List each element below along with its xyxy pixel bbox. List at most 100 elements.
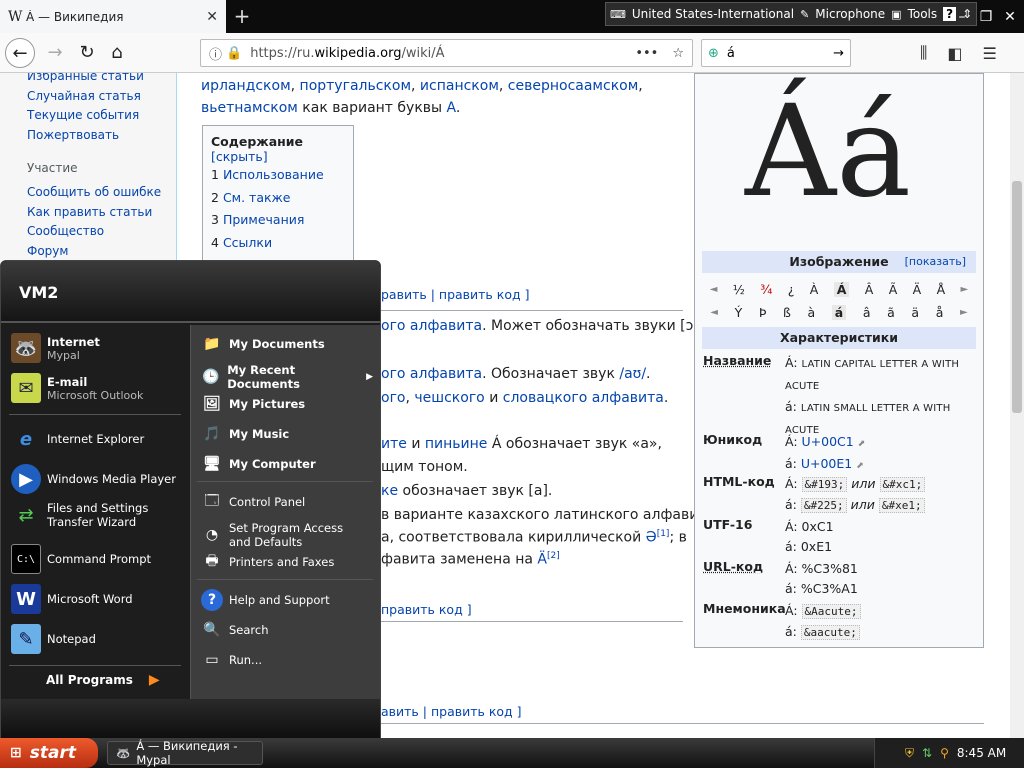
minimize-icon[interactable]: –	[952, 7, 972, 27]
reload-icon[interactable]: ↻	[72, 38, 102, 68]
my-documents[interactable]: 📁 My Documents	[191, 333, 381, 355]
program-access-defaults[interactable]: ◔ Set Program Access and Defaults	[191, 521, 381, 549]
char-cell[interactable]: å	[936, 305, 944, 320]
link-vietnamese[interactable]: вьетнамском	[201, 100, 298, 116]
search-engine-icon[interactable]: ⊕	[708, 46, 719, 61]
home-icon[interactable]: ⌂	[102, 38, 132, 68]
toc-item[interactable]: 1 Использование	[211, 164, 345, 187]
link-czech[interactable]: чешского	[414, 390, 484, 406]
all-programs-button[interactable]: All Programs ▶	[46, 672, 160, 688]
char-cell[interactable]: ä	[911, 305, 919, 320]
sidebar-link-donate[interactable]: Пожертвовать	[0, 126, 176, 146]
clock[interactable]: 8:45 AM	[957, 746, 1006, 760]
char-cell[interactable]: â	[863, 305, 871, 320]
sidebar-link-forum[interactable]: Форум	[0, 242, 176, 262]
toc-item[interactable]: 2 См. также	[211, 187, 345, 210]
my-pictures[interactable]: 🖼 My Pictures	[191, 393, 381, 415]
char-cell[interactable]: ã	[887, 305, 895, 320]
link-north-sami[interactable]: северносаамском	[508, 78, 638, 94]
recent-item[interactable]: W Microsoft Word	[1, 584, 189, 614]
security-shield-icon[interactable]: ⛨	[905, 746, 914, 761]
restore-icon[interactable]: ❐	[976, 7, 996, 27]
sidebar-link-how-to-edit[interactable]: Как править статьи	[0, 203, 176, 223]
info-icon[interactable]: ⓘ	[209, 44, 222, 63]
link-irish[interactable]: ирландском	[201, 78, 291, 94]
library-icon[interactable]: ⫼	[920, 43, 927, 63]
char-cell[interactable]: À	[810, 282, 819, 297]
my-music[interactable]: 🎵 My Music	[191, 423, 381, 445]
tools-icon[interactable]: ▣	[891, 8, 901, 21]
sidebar-link-featured[interactable]: Избранные статьи	[0, 73, 176, 87]
sidebar-link-current-events[interactable]: Текущие события	[0, 106, 176, 126]
next-arrow-icon[interactable]: ►	[960, 307, 968, 318]
sidebar-link-random[interactable]: Случайная статья	[0, 87, 176, 107]
link-spanish[interactable]: испанском	[420, 78, 499, 94]
close-window-icon[interactable]: ✕	[1000, 7, 1020, 27]
keyboard-icon[interactable]: ⌨	[610, 8, 626, 21]
char-cell[interactable]: Ý	[735, 305, 743, 320]
microphone-icon[interactable]: ✎	[800, 8, 809, 21]
search-go-arrow-icon[interactable]: →	[833, 46, 844, 61]
char-cell[interactable]: Å	[937, 282, 946, 297]
char-cell[interactable]: Ã	[889, 282, 898, 297]
menu-hamburger-icon[interactable]: ☰	[983, 44, 997, 63]
back-arrow-icon[interactable]: ←	[5, 38, 35, 68]
recent-item[interactable]: ▶ Windows Media Player	[1, 464, 189, 494]
link-alphabet[interactable]: ого алфавита	[381, 366, 482, 382]
pinned-internet[interactable]: 🦝 Internet Mypal	[1, 333, 189, 363]
microphone-button[interactable]: Microphone	[815, 7, 885, 21]
sidebar-link-community[interactable]: Сообщество	[0, 222, 176, 242]
toc-toggle[interactable]: [скрыть]	[211, 149, 268, 164]
help-and-support[interactable]: ? Help and Support	[191, 589, 381, 611]
recent-item[interactable]: C:\ Command Prompt	[1, 544, 189, 574]
reference-1[interactable]: [1]	[657, 529, 670, 539]
recent-item[interactable]: e Internet Explorer	[1, 424, 189, 454]
network-icon[interactable]: ⇅	[922, 746, 932, 760]
unicode-link[interactable]: U+00C1	[802, 434, 854, 449]
page-actions-icon[interactable]: •••	[635, 46, 658, 61]
char-cell[interactable]: ¾	[760, 282, 772, 297]
prev-arrow-icon[interactable]: ◄	[710, 284, 718, 295]
link-alphabet[interactable]: ого алфавита	[381, 318, 482, 334]
keyboard-layout[interactable]: United States-International	[632, 7, 794, 21]
pinned-email[interactable]: ✉ E-mail Microsoft Outlook	[1, 373, 189, 403]
link-slovak-alphabet[interactable]: словацкого алфавита	[503, 390, 664, 406]
start-button[interactable]: ⊞ start	[0, 738, 98, 768]
taskbar-window-button[interactable]: 🦝 Á — Википедия - Mypal	[107, 739, 263, 767]
search[interactable]: 🔍 Search	[191, 619, 381, 641]
new-tab-plus-icon[interactable]: +	[230, 4, 254, 28]
link-portuguese[interactable]: португальском	[300, 78, 411, 94]
link-letter-a[interactable]: A	[447, 100, 456, 116]
forward-arrow-icon[interactable]: →	[40, 38, 70, 68]
my-computer[interactable]: 🖥 My Computer	[191, 453, 381, 475]
recent-item[interactable]: ⇄ Files and Settings Transfer Wizard	[1, 500, 189, 530]
next-arrow-icon[interactable]: ►	[961, 284, 969, 295]
toc-item[interactable]: 4 Ссылки	[211, 232, 345, 255]
url-bar[interactable]: ⓘ 🔒 https://ru. wikipedia.org/wiki/Á ••• …	[200, 39, 693, 67]
link-a-umlaut[interactable]: Ä	[537, 552, 547, 568]
browser-tab[interactable]: W Á — Википедия ✕	[0, 0, 226, 33]
search-bar[interactable]: ⊕ á →	[701, 39, 851, 67]
char-cell[interactable]: ß	[783, 305, 791, 320]
sidebar-link-report-error[interactable]: Сообщить об ошибке	[0, 183, 176, 203]
tools-button[interactable]: Tools	[908, 7, 938, 21]
section-edit-links[interactable]: править код ]	[381, 602, 472, 617]
link-schwa[interactable]: Ә	[646, 530, 657, 546]
run[interactable]: ▭ Run...	[191, 649, 381, 671]
char-cell[interactable]: ½	[733, 282, 745, 297]
link-ipa[interactable]: /aʊ/	[619, 366, 646, 382]
tab-close-icon[interactable]: ✕	[206, 9, 218, 25]
printers-and-faxes[interactable]: 🖶 Printers and Faxes	[191, 551, 381, 573]
char-cell[interactable]: Â	[865, 282, 874, 297]
toc-item[interactable]: 3 Примечания	[211, 209, 345, 232]
sidebar-toggle-icon[interactable]: ◧	[947, 44, 962, 63]
page-scrollbar[interactable]	[1010, 73, 1024, 738]
reference-2[interactable]: [2]	[547, 551, 560, 561]
bookmark-star-icon[interactable]: ☆	[672, 46, 684, 61]
recent-item[interactable]: ✎ Notepad	[1, 624, 189, 654]
section-edit-links[interactable]: авить | править код ]	[381, 704, 522, 719]
scroll-thumb[interactable]	[1012, 181, 1022, 413]
section-edit-links[interactable]: равить | править код ]	[381, 287, 529, 302]
control-panel[interactable]: 🗔 Control Panel	[191, 491, 381, 513]
char-cell[interactable]: à	[808, 305, 816, 320]
